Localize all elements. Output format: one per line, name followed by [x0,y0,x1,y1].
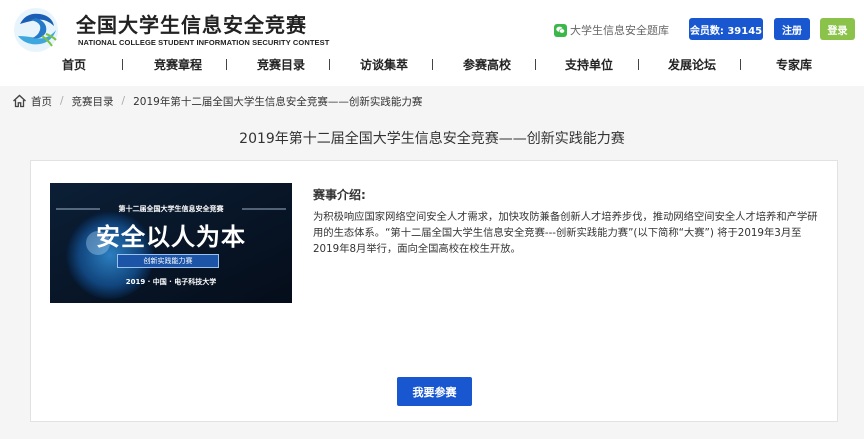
breadcrumb-home[interactable]: 首页 [31,94,52,109]
contest-banner: 第十二届全国大学生信息安全竞赛 安全以人为本 创新实践能力赛 2019 · 中国… [50,183,292,303]
breadcrumb-current: 2019年第十二届全国大学生信息安全竞赛——创新实践能力赛 [133,95,423,108]
home-icon[interactable] [12,94,27,108]
nav-divider [740,59,741,70]
nav-divider [638,59,639,70]
intro-text: 为积极响应国家网络空间安全人才需求，加快攻防兼备创新人才培养步伐，推动网络空间安… [313,211,818,255]
register-button[interactable]: 注册 [774,18,810,40]
breadcrumb: 首页 / 竞赛目录 / 2019年第十二届全国大学生信息安全竞赛——创新实践能力… [12,93,422,109]
breadcrumb-separator: / [60,95,64,107]
login-button[interactable]: 登录 [820,18,855,40]
nav-item-rules[interactable]: 竞赛章程 [154,56,202,74]
nav-item-home[interactable]: 首页 [62,56,86,74]
site-title[interactable]: 全国大学生信息安全竞赛 [76,9,307,38]
member-count-badge: 会员数: 39145 [689,18,763,40]
nav-divider [432,59,433,70]
banner-slogan: 安全以人为本 [96,223,246,251]
question-bank-label: 大学生信息安全题库 [570,24,669,37]
nav-divider [226,59,227,70]
nav-item-supporters[interactable]: 支持单位 [565,56,613,74]
site-header: 全国大学生信息安全竞赛 NATIONAL COLLEGE STUDENT INF… [0,0,864,86]
nav-divider [329,59,330,70]
page-title: 2019年第十二届全国大学生信息安全竞赛——创新实践能力赛 [239,131,625,147]
nav-item-experts[interactable]: 专家库 [776,56,812,74]
nav-item-catalog[interactable]: 竞赛目录 [257,56,305,74]
breadcrumb-separator: / [121,95,126,107]
banner-headline: 第十二届全国大学生信息安全竞赛 [118,205,224,213]
breadcrumb-catalog[interactable]: 竞赛目录 [72,94,114,109]
site-subtitle: NATIONAL COLLEGE STUDENT INFORMATION SEC… [78,38,330,47]
nav-divider [535,59,536,70]
contest-card: 第十二届全国大学生信息安全竞赛 安全以人为本 创新实践能力赛 2019 · 中国… [30,160,838,422]
banner-tag: 创新实践能力赛 [117,254,219,268]
question-bank-link[interactable]: 大学生信息安全题库 [554,22,669,38]
join-contest-button[interactable]: 我要参赛 [397,377,472,406]
intro-title: 赛事介绍: [313,188,366,202]
nav-item-forum[interactable]: 发展论坛 [668,56,716,74]
nav-item-interviews[interactable]: 访谈集萃 [360,56,408,74]
nav-divider [122,59,123,70]
main-nav: 首页 竞赛章程 竞赛目录 访谈集萃 参赛高校 支持单位 发展论坛 专家库 [0,56,864,74]
wechat-icon [554,23,567,37]
contest-logo[interactable] [12,6,60,54]
nav-item-universities[interactable]: 参赛高校 [463,56,511,74]
banner-footer: 2019 · 中国 · 电子科技大学 [125,278,217,286]
